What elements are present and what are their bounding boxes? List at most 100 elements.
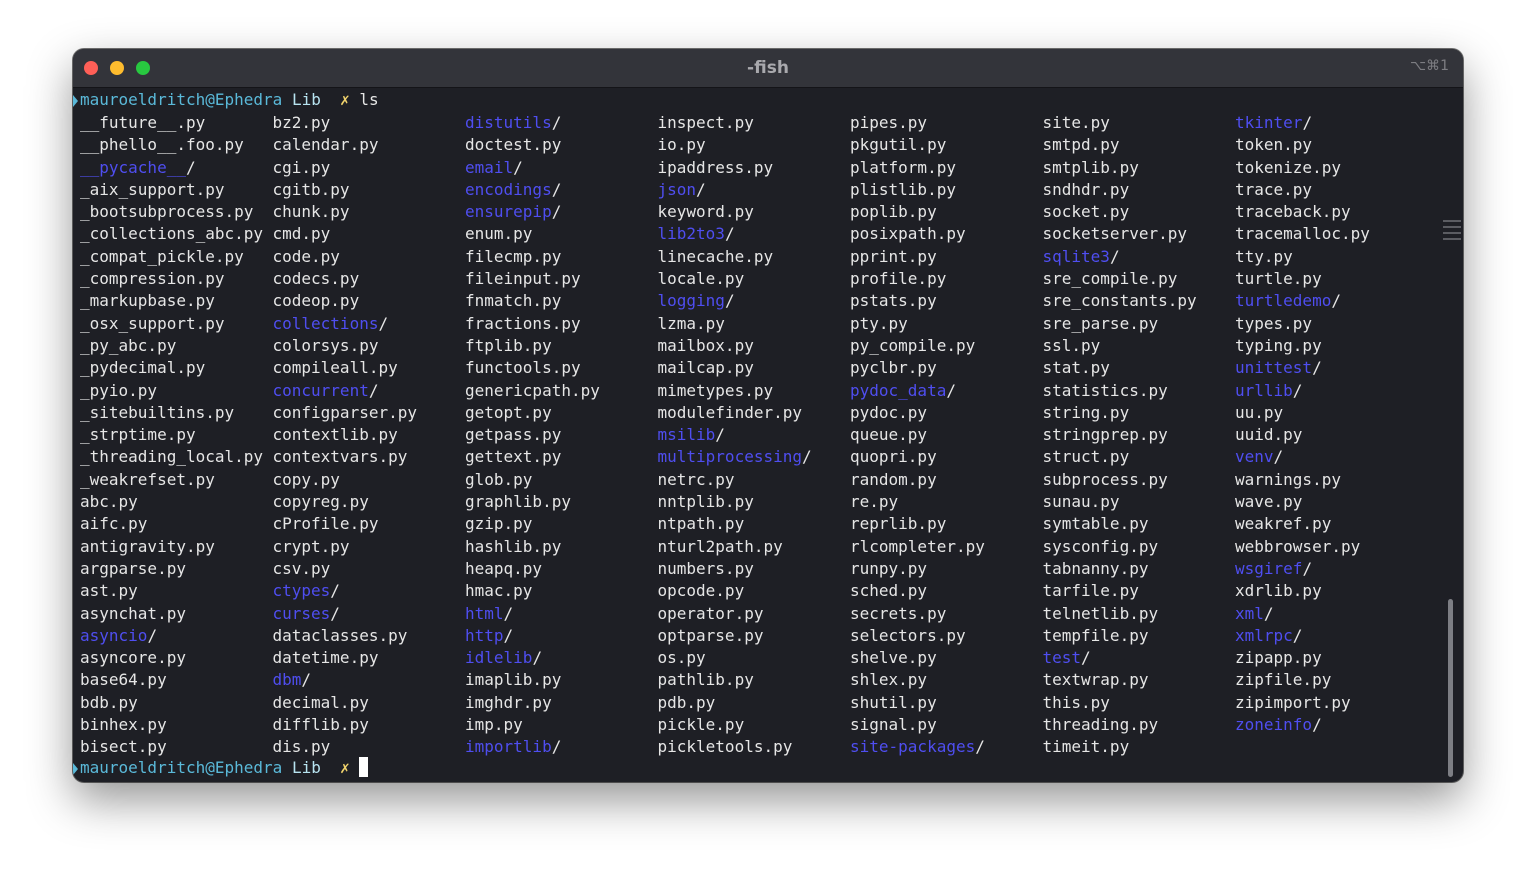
ls-entry-file: doctest.py <box>465 135 562 155</box>
terminal-content[interactable]: mauroeldritch@Ephedra Lib ✗ ls __future_… <box>73 88 1463 782</box>
ls-entry-file: compileall.py <box>272 358 398 378</box>
ls-entry-file: sre_compile.py <box>1042 269 1178 289</box>
ls-entry-file: dis.py <box>272 737 331 757</box>
ls-entry-file: string.py <box>1042 402 1130 422</box>
ls-entry-file: difflib.py <box>272 715 369 735</box>
ls-entry-file: hashlib.py <box>465 536 562 556</box>
ls-entry-file: _osx_support.py <box>80 313 225 333</box>
ls-entry-directory: email/ <box>465 157 523 177</box>
ls-entry-file: this.py <box>1042 692 1110 712</box>
ls-entry-directory: __pycache__/ <box>80 157 196 177</box>
ls-entry-directory: http/ <box>465 625 514 645</box>
ls-entry-file: copyreg.py <box>272 492 369 512</box>
ls-entry-file: xdrlib.py <box>1235 581 1322 601</box>
ls-entry-file: _compat_pickle.py <box>80 246 244 266</box>
ls-entry-file: decimal.py <box>272 692 369 712</box>
ls-entry-directory: idlelib/ <box>465 648 543 668</box>
ls-entry-file: codecs.py <box>272 269 360 289</box>
ls-entry-file: threading.py <box>1042 715 1159 735</box>
ls-entry-directory: tkinter/ <box>1235 113 1313 132</box>
ls-entry-file: secrets.py <box>850 603 947 623</box>
ls-entry-file: types.py <box>1235 313 1313 333</box>
ls-entry-file: zipapp.py <box>1235 648 1322 668</box>
ls-entry-file: asyncore.py <box>80 648 186 668</box>
ls-entry-file: quopri.py <box>850 447 937 467</box>
title-bar[interactable]: -fish ⌥⌘1 <box>73 49 1463 88</box>
prompt-dir: Lib <box>291 90 321 109</box>
ls-entry-file: binhex.py <box>80 715 167 735</box>
ls-entry-file: datetime.py <box>272 648 379 668</box>
ls-entry-file: cProfile.py <box>272 514 379 534</box>
ls-entry-directory: wsgiref/ <box>1235 558 1313 578</box>
ls-entry-file: stringprep.py <box>1042 425 1168 445</box>
ls-entry-file: contextlib.py <box>272 425 398 445</box>
ls-entry-file: io.py <box>657 135 706 155</box>
ls-entry-file: hmac.py <box>465 581 533 601</box>
ls-entry-file: asynchat.py <box>80 603 186 623</box>
ls-entry-file: selectors.py <box>850 625 966 645</box>
terminal-window: -fish ⌥⌘1 mauroeldritch@Ephedra Lib ✗ ls… <box>73 49 1463 782</box>
ls-entry-directory: html/ <box>465 603 514 623</box>
ls-entry-file: wave.py <box>1235 492 1303 512</box>
ls-column: distutils/doctest.py email/encodings/ensu… <box>465 112 600 759</box>
ls-entry-file: tracemalloc.py <box>1235 224 1370 244</box>
prompt-command: ls <box>359 90 379 109</box>
ls-entry-file: _weakrefset.py <box>80 469 215 489</box>
ls-entry-file: copy.py <box>272 469 340 489</box>
scrollbar-thumb[interactable] <box>1448 599 1453 777</box>
ls-entry-file: poplib.py <box>850 202 937 222</box>
prompt-caret-icon <box>73 762 78 775</box>
ls-entry-file: pprint.py <box>850 246 937 266</box>
ls-entry-file: getopt.py <box>465 402 552 422</box>
ls-entry-file: socketserver.py <box>1042 224 1188 244</box>
ls-entry-file: pipes.py <box>850 113 928 132</box>
ls-entry-file: pstats.py <box>850 291 937 311</box>
ls-entry-file: timeit.py <box>1042 737 1130 757</box>
ls-entry-file: __phello__.foo.py <box>80 135 244 155</box>
ls-column: site.py smtpd.py smtplib.py sndhdr.py socket… <box>1043 112 1197 759</box>
ls-entry-file: _bootsubprocess.py <box>80 202 254 222</box>
ls-entry-file: _sitebuiltins.py <box>80 402 235 422</box>
ls-entry-file: imp.py <box>465 715 523 735</box>
scroll-grip-icon[interactable] <box>1443 216 1461 244</box>
ls-entry-directory: importlib/ <box>465 737 562 757</box>
ls-entry-directory: distutils/ <box>465 113 562 132</box>
ls-entry-directory: curses/ <box>272 603 340 623</box>
ls-entry-directory: xmlrpc/ <box>1235 625 1303 645</box>
ls-entry-file: trace.py <box>1235 179 1313 199</box>
ls-entry-file: zipfile.py <box>1235 670 1332 690</box>
ls-entry-file: _compression.py <box>80 269 225 289</box>
ls-column: tkinter/token.py tokenize.py trace.py trace… <box>1235 112 1370 736</box>
ls-entry-file: antigravity.py <box>80 536 215 556</box>
ls-entry-directory: lib2to3/ <box>657 224 735 244</box>
ls-entry-directory: xml/ <box>1235 603 1274 623</box>
ls-entry-file: turtle.py <box>1235 269 1322 289</box>
ls-entry-file: weakref.py <box>1235 514 1332 534</box>
ls-entry-file: heapq.py <box>465 558 543 578</box>
ls-entry-file: numbers.py <box>657 558 754 578</box>
ls-entry-file: fnmatch.py <box>465 291 562 311</box>
ls-entry-file: glob.py <box>465 469 533 489</box>
ls-entry-file: _strptime.py <box>80 425 196 445</box>
ls-entry-file: smtplib.py <box>1042 157 1139 177</box>
ls-entry-directory: ensurepip/ <box>465 202 562 222</box>
prompt-symbol: ✗ <box>340 90 350 109</box>
ls-entry-file: re.py <box>850 492 899 512</box>
prompt-line-current[interactable]: mauroeldritch@Ephedra Lib ✗ <box>73 757 369 779</box>
ls-entry-directory: unittest/ <box>1235 358 1322 378</box>
ls-entry-directory: json/ <box>657 179 706 199</box>
ls-entry-file: ntpath.py <box>657 514 745 534</box>
ls-entry-file: genericpath.py <box>465 380 600 400</box>
ls-entry-file: sndhdr.py <box>1042 179 1130 199</box>
ls-entry-file: fractions.py <box>465 313 581 333</box>
ls-entry-file: socket.py <box>1042 202 1130 222</box>
ls-entry-file: tarfile.py <box>1042 581 1139 601</box>
ls-entry-file: ssl.py <box>1042 335 1101 355</box>
ls-entry-file: imaplib.py <box>465 670 562 690</box>
ls-entry-file: ast.py <box>80 581 138 601</box>
ls-entry-file: gettext.py <box>465 447 562 467</box>
ls-entry-directory: urllib/ <box>1235 380 1303 400</box>
ls-entry-file: crypt.py <box>272 536 350 556</box>
ls-entry-file: pkgutil.py <box>850 135 947 155</box>
ls-entry-file: tempfile.py <box>1042 625 1149 645</box>
